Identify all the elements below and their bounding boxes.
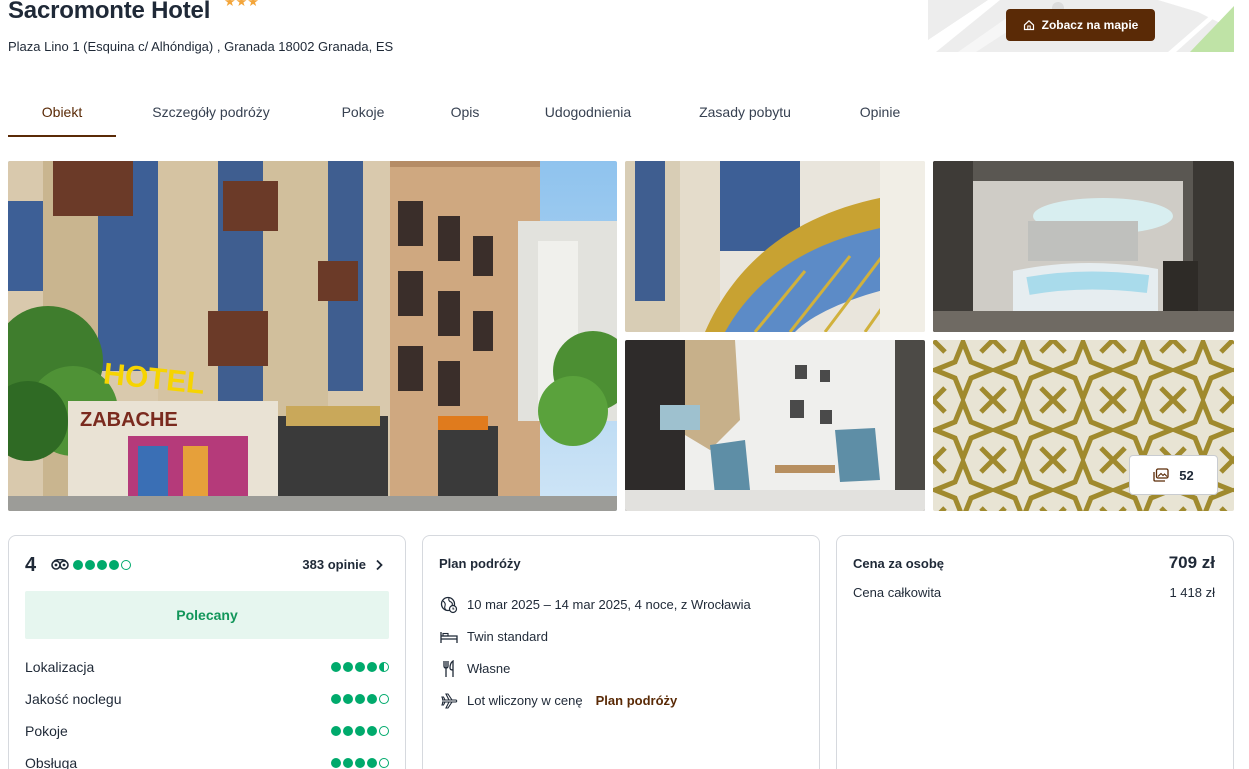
trip-dates: 10 mar 2025 – 14 mar 2025, 4 noce, z Wro… <box>467 597 751 612</box>
trip-dates-row: 10 mar 2025 – 14 mar 2025, 4 noce, z Wro… <box>439 595 751 614</box>
trip-plan-card: Plan podróży 10 mar 2025 – 14 mar 2025, … <box>422 535 820 769</box>
rating-bubble <box>343 758 353 768</box>
photo-count: 52 <box>1179 467 1194 483</box>
board-row: Własne <box>439 659 510 678</box>
rating-row-label: Obsługa <box>25 755 78 769</box>
price-per-person-label: Cena za osobę <box>853 556 945 571</box>
rating-bubble <box>355 758 365 768</box>
rating-bubble <box>97 560 107 570</box>
tripadvisor-icon <box>51 559 69 570</box>
rating-row-rooms: Pokoje <box>25 723 389 739</box>
home-icon <box>1023 19 1034 31</box>
rating-bubble <box>379 662 389 672</box>
rating-bubble <box>73 560 83 570</box>
tab-rooms[interactable]: Pokoje <box>306 88 420 136</box>
show-on-map-label: Zobacz na mapie <box>1041 18 1139 32</box>
rating-bubbles <box>73 560 131 570</box>
rating-row-bubbles <box>331 662 389 672</box>
main-hotel-photo[interactable]: HOTEL ZABACHE <box>8 161 617 511</box>
rating-row-bubbles <box>331 726 389 736</box>
rating-bubble <box>367 758 377 768</box>
opinions-link[interactable]: 383 opinie <box>302 557 383 572</box>
rating-bubble <box>343 662 353 672</box>
opinions-count: 383 opinie <box>302 557 366 572</box>
rating-bubble <box>331 662 341 672</box>
rating-bubble <box>379 726 389 736</box>
chevron-right-icon <box>376 559 383 570</box>
rating-bubble <box>343 726 353 736</box>
svg-text:ZABACHE: ZABACHE <box>80 409 178 431</box>
rating-bubble <box>355 662 365 672</box>
trip-plan-title: Plan podróży <box>439 556 521 571</box>
trip-plan-link[interactable]: Plan podróży <box>596 693 678 708</box>
all-photos-button[interactable]: 52 <box>1129 455 1218 495</box>
board-type: Własne <box>467 661 511 676</box>
rating-bubble <box>331 694 341 704</box>
tab-trip-details[interactable]: Szczegóły podróży <box>116 88 306 136</box>
rating-bubble <box>367 662 377 672</box>
hotel-address: Plaza Lino 1 (Esquina c/ Alhóndiga) , Gr… <box>8 39 394 54</box>
rating-bubble <box>109 560 119 570</box>
rating-bubble <box>379 694 389 704</box>
tab-reviews[interactable]: Opinie <box>824 88 936 136</box>
rating-bubble <box>121 560 131 570</box>
rating-card: 4 383 opinie Polecany Lokalizacja Jakość… <box>8 535 406 769</box>
rating-row-service: Obsługa <box>25 755 389 769</box>
rating-row-location: Lokalizacja <box>25 659 389 675</box>
bed-icon <box>439 631 458 643</box>
rating-bubble <box>379 758 389 768</box>
tab-stay-rules[interactable]: Zasady pobytu <box>666 88 824 136</box>
tab-description[interactable]: Opis <box>420 88 510 136</box>
map-preview[interactable]: Zobacz na mapie <box>928 0 1234 52</box>
price-per-person-value: 709 zł <box>1168 553 1215 572</box>
tab-amenities[interactable]: Udogodnienia <box>510 88 666 136</box>
rating-bubble <box>331 758 341 768</box>
rating-bubble <box>367 726 377 736</box>
cutlery-icon <box>442 659 454 677</box>
total-price-label: Cena całkowita <box>853 585 942 600</box>
rating-bubble <box>355 726 365 736</box>
price-card: Cena za osobę 709 zł Cena całkowita 1 41… <box>836 535 1234 769</box>
rating-bubble <box>331 726 341 736</box>
rating-row-quality: Jakość noclegu <box>25 691 389 707</box>
rating-bubble <box>367 694 377 704</box>
room-type-row: Twin standard <box>439 627 548 646</box>
reception-photo[interactable] <box>933 161 1234 332</box>
facade-detail-photo[interactable] <box>625 161 925 332</box>
section-tabs: Obiekt Szczegóły podróży Pokoje Opis Udo… <box>8 88 1234 138</box>
flight-row: Lot wliczony w cenę Plan podróży <box>439 691 677 710</box>
hotel-name: Sacromonte Hotel <box>8 0 211 24</box>
rating-row-label: Jakość noclegu <box>25 691 122 707</box>
rating-row-label: Pokoje <box>25 723 68 739</box>
room-type: Twin standard <box>467 629 548 644</box>
rating-row-bubbles <box>331 758 389 768</box>
recommended-badge: Polecany <box>25 591 389 639</box>
flight-info: Lot wliczony w cenę <box>467 693 583 708</box>
rating-bubble <box>355 694 365 704</box>
rating-bubble <box>85 560 95 570</box>
rating-row-label: Lokalizacja <box>25 659 95 675</box>
show-on-map-button[interactable]: Zobacz na mapie <box>1006 9 1155 41</box>
rating-row-bubbles <box>331 694 389 704</box>
lobby-photo[interactable] <box>625 340 925 511</box>
photos-icon <box>1153 468 1169 482</box>
rating-score: 4 <box>25 554 37 576</box>
rating-bubble <box>343 694 353 704</box>
globe-calendar-icon <box>440 596 457 613</box>
hotel-stars: ★★★ <box>224 0 259 9</box>
total-price-value: 1 418 zł <box>1169 585 1215 600</box>
plane-icon <box>440 692 457 709</box>
tab-property[interactable]: Obiekt <box>8 88 116 137</box>
